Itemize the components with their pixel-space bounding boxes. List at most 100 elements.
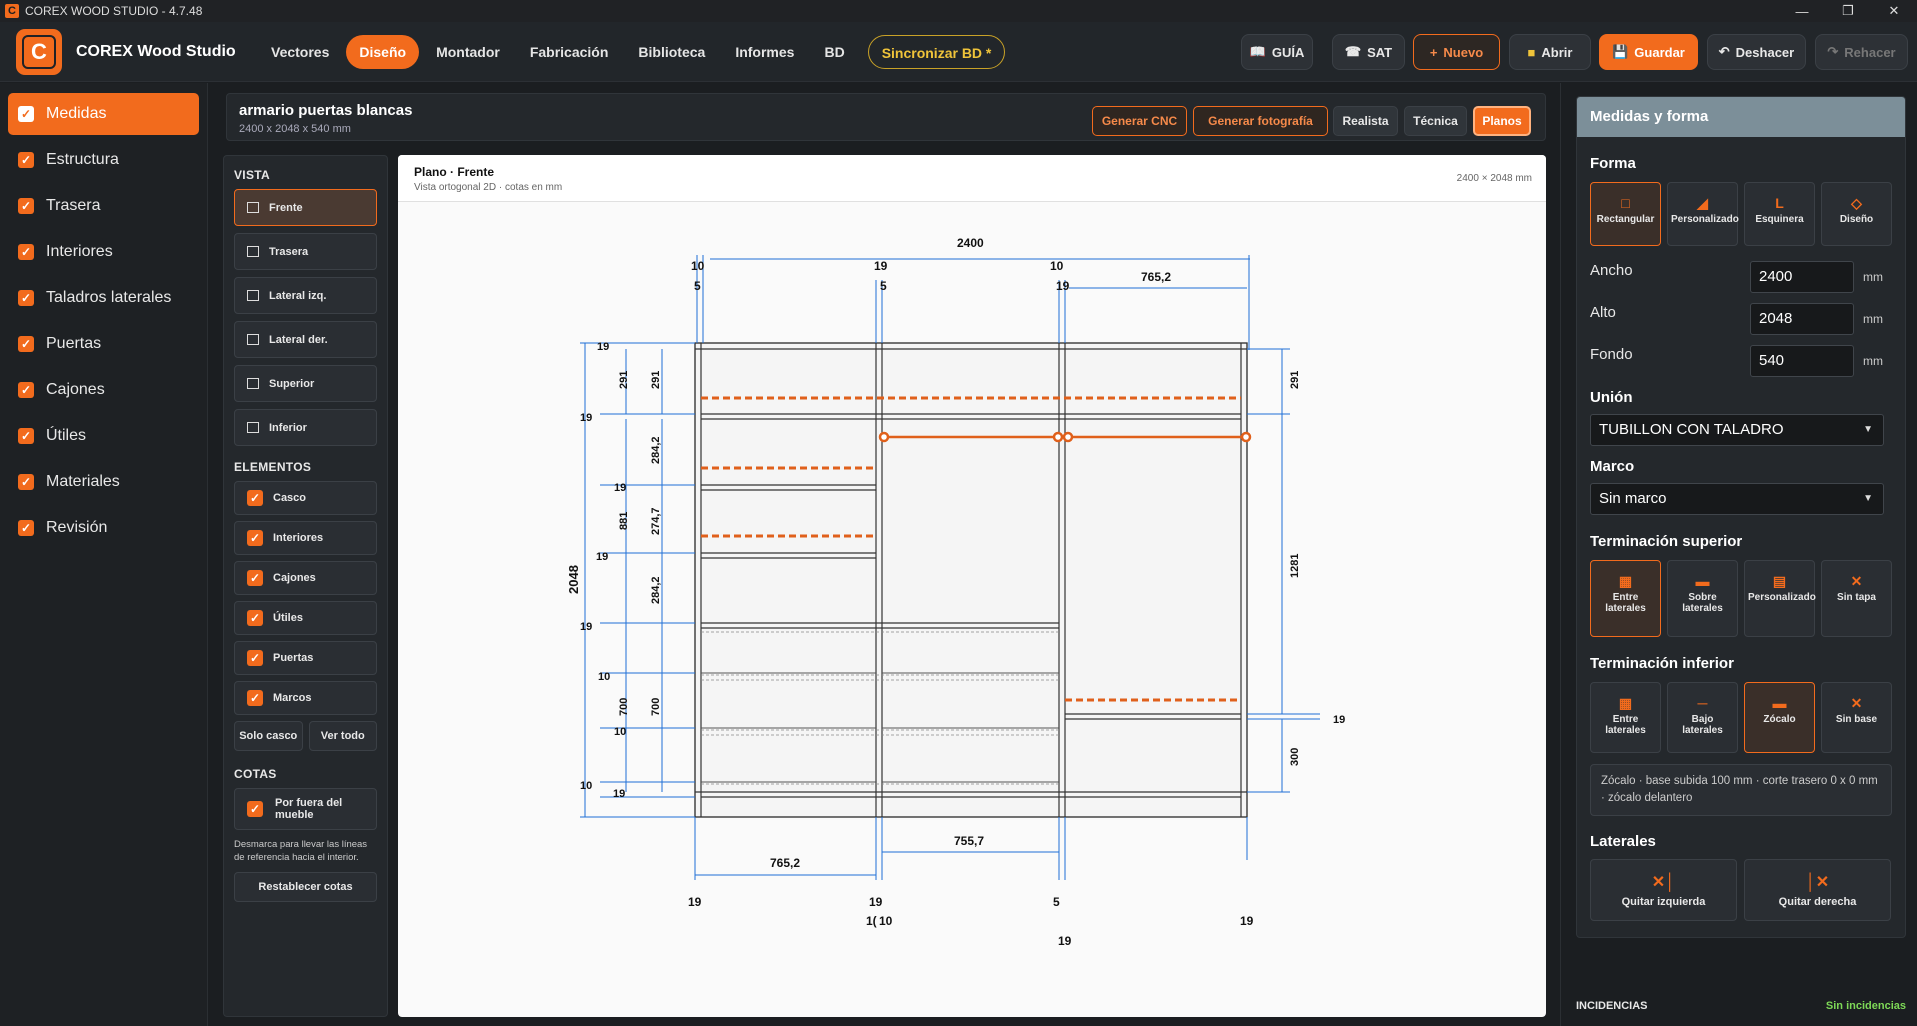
alto-label: Alto xyxy=(1590,304,1616,321)
floppy-icon: 💾 xyxy=(1612,44,1629,59)
sidebar-item-materiales[interactable]: ✓ Materiales xyxy=(8,461,199,503)
toggle-puertas[interactable]: ✓ Puertas xyxy=(234,641,377,675)
view-label: Lateral der. xyxy=(269,333,328,346)
tecnica-button[interactable]: Técnica xyxy=(1404,106,1467,136)
sidebar-item-cajones[interactable]: ✓ Cajones xyxy=(8,369,199,411)
nav-bd[interactable]: BD xyxy=(811,35,857,69)
top-sobre-laterales[interactable]: ▬ Sobre laterales xyxy=(1667,560,1738,637)
plan-canvas: Plano · Frente Vista ortogonal 2D · cota… xyxy=(398,155,1546,1017)
remove-left-label: Quitar izquierda xyxy=(1621,896,1706,908)
toggle-marcos[interactable]: ✓ Marcos xyxy=(234,681,377,715)
toggle-cajones[interactable]: ✓ Cajones xyxy=(234,561,377,595)
view-superior-button[interactable]: Superior xyxy=(234,365,377,402)
sidebar-item-estructura[interactable]: ✓ Estructura xyxy=(8,139,199,181)
bottom-sin-base[interactable]: ✕ Sin base xyxy=(1821,682,1892,753)
save-button[interactable]: 💾 Guardar xyxy=(1599,34,1698,70)
close-icon[interactable]: ✕ xyxy=(1871,0,1917,22)
view-lateral-izq-button[interactable]: Lateral izq. xyxy=(234,277,377,314)
sidebar-item-taladros[interactable]: ✓ Taladros laterales xyxy=(8,277,199,319)
redo-button[interactable]: ↷ Rehacer xyxy=(1815,34,1908,70)
toggle-utiles[interactable]: ✓ Útiles xyxy=(234,601,377,635)
alto-input[interactable]: 2048 xyxy=(1750,303,1854,335)
minimize-icon[interactable]: — xyxy=(1779,0,1825,22)
bottom-bajo-laterales[interactable]: ─ Bajo laterales xyxy=(1667,682,1738,753)
open-button[interactable]: ■ Abrir xyxy=(1509,34,1591,70)
front-elevation-drawing[interactable]: 2400 10 5 19 5 10 19 765,2 19 19 19 19 1… xyxy=(398,202,1546,1017)
remove-left-button[interactable]: ✕│ Quitar izquierda xyxy=(1590,859,1737,921)
dim-label: 10 xyxy=(879,914,893,928)
union-value: TUBILLON CON TALADRO xyxy=(1599,421,1784,438)
shape-esquinera[interactable]: L Esquinera xyxy=(1744,182,1815,246)
chevron-down-icon: ▼ xyxy=(1863,424,1873,435)
dim-label: 19 xyxy=(1058,934,1072,948)
marco-select[interactable]: Sin marco ▼ xyxy=(1590,483,1884,515)
check-icon: ✓ xyxy=(247,690,263,706)
dim-label: 291 xyxy=(618,371,630,389)
vista-heading: VISTA xyxy=(234,168,270,182)
sidebar-item-puertas[interactable]: ✓ Puertas xyxy=(8,323,199,365)
planos-button[interactable]: Planos xyxy=(1473,106,1531,136)
remove-right-button[interactable]: │✕ Quitar derecha xyxy=(1744,859,1891,921)
sidebar-item-label: Revisión xyxy=(46,519,108,536)
plinth-icon: ▬ xyxy=(1772,695,1787,711)
bottom-zocalo[interactable]: ▬ Zócalo xyxy=(1744,682,1815,753)
toggle-casco[interactable]: ✓ Casco xyxy=(234,481,377,515)
front-view-icon xyxy=(247,202,259,213)
sidebar-item-revision[interactable]: ✓ Revisión xyxy=(8,507,199,549)
ver-todo-button[interactable]: Ver todo xyxy=(308,721,377,751)
nav-diseno[interactable]: Diseño xyxy=(346,34,420,69)
top-personalizado[interactable]: ▤ Personalizado xyxy=(1744,560,1816,637)
marco-value: Sin marco xyxy=(1599,490,1667,507)
realista-button[interactable]: Realista xyxy=(1333,106,1398,136)
option-label: Esquinera xyxy=(1755,214,1804,225)
undo-button[interactable]: ↶ Deshacer xyxy=(1707,34,1806,70)
generate-photo-button[interactable]: Generar fotografía xyxy=(1193,106,1328,136)
bottom-entre-laterales[interactable]: ▦ Entre laterales xyxy=(1590,682,1661,753)
shape-rectangular[interactable]: □ Rectangular xyxy=(1590,182,1661,246)
dim-label: 10 xyxy=(691,259,705,273)
sat-button[interactable]: ☎ SAT xyxy=(1332,34,1405,70)
view-label: Superior xyxy=(269,377,315,390)
restore-icon[interactable]: ❐ xyxy=(1825,0,1871,22)
cotas-outside-toggle[interactable]: ✓ Por fuera del mueble xyxy=(234,788,377,830)
fondo-input[interactable]: 540 xyxy=(1750,345,1854,377)
check-icon: ✓ xyxy=(247,490,263,506)
sync-db-button[interactable]: Sincronizar BD * xyxy=(867,34,1006,69)
check-icon: ✓ xyxy=(247,530,263,546)
sidebar-item-interiores[interactable]: ✓ Interiores xyxy=(8,231,199,273)
sidebar-item-label: Puertas xyxy=(46,335,102,352)
toggle-interiores[interactable]: ✓ Interiores xyxy=(234,521,377,555)
nav-biblioteca[interactable]: Biblioteca xyxy=(625,35,718,69)
guide-button[interactable]: 📖 GUÍA xyxy=(1241,34,1313,70)
shape-diseno[interactable]: ◇ Diseño xyxy=(1821,182,1892,246)
view-lateral-der-button[interactable]: Lateral der. xyxy=(234,321,377,358)
ancho-input[interactable]: 2400 xyxy=(1750,261,1854,293)
laterales-heading: Laterales xyxy=(1590,833,1656,850)
incidencias-status: Sin incidencias xyxy=(1825,1000,1906,1012)
sidebar-item-trasera[interactable]: ✓ Trasera xyxy=(8,185,199,227)
view-inferior-button[interactable]: Inferior xyxy=(234,409,377,446)
generate-cnc-button[interactable]: Generar CNC xyxy=(1092,106,1187,136)
shape-personalizado[interactable]: ◢ Personalizado xyxy=(1667,182,1739,246)
solo-casco-button[interactable]: Solo casco xyxy=(234,721,303,751)
view-frente-button[interactable]: Frente xyxy=(234,189,377,226)
sidebar-item-utiles[interactable]: ✓ Útiles xyxy=(8,415,199,457)
reset-cotas-button[interactable]: Restablecer cotas xyxy=(234,872,377,902)
check-icon: ✓ xyxy=(18,106,34,122)
option-label: Personalizado xyxy=(1671,214,1739,225)
nav-informes[interactable]: Informes xyxy=(722,35,807,69)
top-sin-tapa[interactable]: ✕ Sin tapa xyxy=(1821,560,1892,637)
sidebar-item-medidas[interactable]: ✓ Medidas xyxy=(8,93,199,135)
sat-label: SAT xyxy=(1367,44,1393,60)
nav-vectores[interactable]: Vectores xyxy=(258,35,342,69)
union-select[interactable]: TUBILLON CON TALADRO ▼ xyxy=(1590,414,1884,446)
new-button[interactable]: + Nuevo xyxy=(1413,34,1500,70)
element-label: Interiores xyxy=(273,532,324,544)
top-entre-laterales[interactable]: ▦ Entre laterales xyxy=(1590,560,1661,637)
view-trasera-button[interactable]: Trasera xyxy=(234,233,377,270)
option-label: Diseño xyxy=(1839,214,1874,225)
nav-fabricacion[interactable]: Fabricación xyxy=(517,35,622,69)
nav-montador[interactable]: Montador xyxy=(423,35,513,69)
bottom-view-icon xyxy=(247,422,259,433)
dim-label: 284,2 xyxy=(650,576,662,604)
